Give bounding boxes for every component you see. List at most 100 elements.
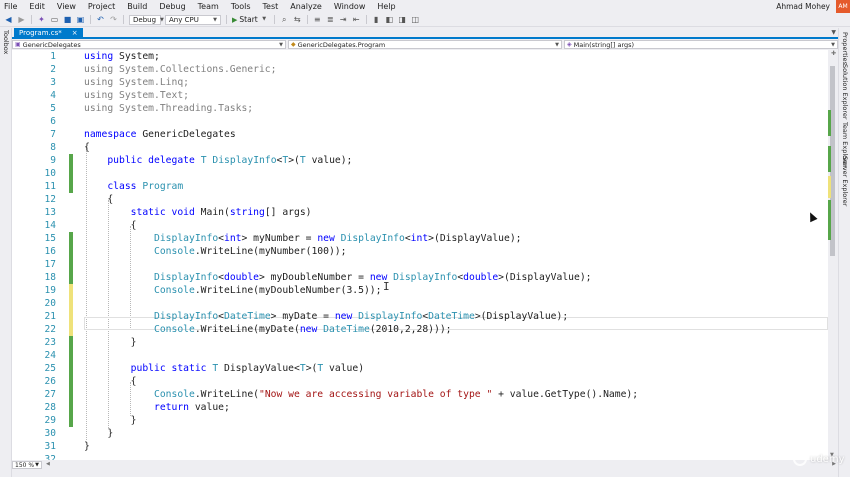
type-select[interactable]: ◆ GenericDelegates.Program ▼ xyxy=(288,40,562,49)
code-line[interactable]: 23 } xyxy=(12,336,828,349)
new-project-icon[interactable]: ✦ xyxy=(37,15,46,24)
code-line[interactable]: 24 xyxy=(12,349,828,362)
menu-item-team[interactable]: Team xyxy=(192,0,225,13)
code-editor[interactable]: I 1 using System; 2 using System.Collection… xyxy=(12,50,828,465)
project-select[interactable]: ▣ GenericDelegates ▼ xyxy=(12,40,286,49)
start-button[interactable]: ▶ Start ▼ xyxy=(232,15,269,24)
menu-item-view[interactable]: View xyxy=(51,0,82,13)
tab-program-cs[interactable]: Program.cs* × xyxy=(14,28,83,38)
comment-icon[interactable]: ≡ xyxy=(313,15,322,24)
code-token: .WriteLine(myDate( xyxy=(194,324,300,335)
undo-icon[interactable]: ↶ xyxy=(96,15,105,24)
code-line[interactable]: 14 { xyxy=(12,219,828,232)
code-line[interactable]: 25 public static T DisplayValue<T>(T val… xyxy=(12,362,828,375)
bookmark-icon[interactable]: ▮ xyxy=(372,15,381,24)
save-all-icon[interactable]: ▣ xyxy=(76,15,85,24)
code-line[interactable]: 28 return value; xyxy=(12,401,828,414)
redo-icon[interactable]: ↷ xyxy=(109,15,118,24)
server-explorer-tab[interactable]: Server Explorer xyxy=(841,156,849,206)
menu-item-build[interactable]: Build xyxy=(121,0,153,13)
code-token: "Now we are accessing variable of type " xyxy=(258,389,493,400)
close-tab-icon[interactable]: × xyxy=(72,29,78,37)
code-line[interactable]: 2 using System.Collections.Generic; xyxy=(12,63,828,76)
open-file-icon[interactable]: ▭ xyxy=(50,15,59,24)
user-area[interactable]: Ahmad Mohey AM xyxy=(776,0,850,13)
solution-configuration-select[interactable]: Debug ▼ xyxy=(129,14,164,25)
code-token: class xyxy=(107,181,137,192)
member-select[interactable]: ◈ Main(string[] args) ▼ xyxy=(564,40,838,49)
save-icon[interactable]: ■ xyxy=(63,15,72,24)
navigate-forward-icon[interactable]: ▶ xyxy=(17,15,26,24)
zoom-select[interactable]: 150 % ▼ xyxy=(12,461,42,469)
navigate-back-icon[interactable]: ◀ xyxy=(4,15,13,24)
code-line[interactable]: 27 Console.WriteLine("Now we are accessi… xyxy=(12,388,828,401)
code-token: static void xyxy=(130,207,195,218)
line-number: 31 xyxy=(44,441,56,452)
horizontal-scrollbar[interactable]: ◀ ▶ xyxy=(46,461,836,468)
menu-item-help[interactable]: Help xyxy=(371,0,401,13)
indent-icon[interactable]: ⇥ xyxy=(339,15,348,24)
code-line[interactable]: 15 DisplayInfo<int> myNumber = new Displ… xyxy=(12,232,828,245)
code-line[interactable]: 19 Console.WriteLine(myDoubleNumber(3.5)… xyxy=(12,284,828,297)
code-line[interactable]: 30 } xyxy=(12,427,828,440)
scroll-left-icon[interactable]: ◀ xyxy=(46,461,50,467)
user-name[interactable]: Ahmad Mohey xyxy=(776,2,830,11)
code-line[interactable]: 8{ xyxy=(12,141,828,154)
properties-tab[interactable]: Properties xyxy=(841,32,849,65)
user-avatar[interactable]: AM xyxy=(836,0,850,13)
code-line[interactable]: 10 xyxy=(12,167,828,180)
chevron-down-icon: ▼ xyxy=(213,16,217,23)
code-line[interactable]: 29 } xyxy=(12,414,828,427)
code-line[interactable]: 9 public delegate T DisplayInfo<T>(T val… xyxy=(12,154,828,167)
code-line[interactable]: 26 { xyxy=(12,375,828,388)
splitter-icon[interactable]: ✚ xyxy=(831,50,836,57)
solution-platform-select[interactable]: Any CPU ▼ xyxy=(165,14,221,25)
toolbox-tab[interactable]: Toolbox xyxy=(2,30,10,54)
uncomment-icon[interactable]: ≣ xyxy=(326,15,335,24)
menu-item-edit[interactable]: Edit xyxy=(23,0,51,13)
outdent-icon[interactable]: ⇤ xyxy=(352,15,361,24)
solution-explorer-tab[interactable]: Solution Explorer xyxy=(841,64,849,120)
chevron-down-icon[interactable]: ▼ xyxy=(260,15,269,24)
toolbar-separator xyxy=(306,15,308,24)
browser-link-icon[interactable]: ⇆ xyxy=(293,15,302,24)
code-token: Program xyxy=(142,181,184,192)
line-number: 26 xyxy=(44,376,56,387)
code-line[interactable]: 13 static void Main(string[] args) xyxy=(12,206,828,219)
menu-item-debug[interactable]: Debug xyxy=(153,0,191,13)
code-line[interactable]: 4 using System.Text; xyxy=(12,89,828,102)
clear-bookmarks-icon[interactable]: ◫ xyxy=(411,15,420,24)
code-line[interactable]: 6 xyxy=(12,115,828,128)
code-line[interactable]: 1 using System; xyxy=(12,50,828,63)
line-number: 7 xyxy=(50,129,56,140)
line-number: 19 xyxy=(44,285,56,296)
menu-item-analyze[interactable]: Analyze xyxy=(284,0,328,13)
previous-bookmark-icon[interactable]: ◧ xyxy=(385,15,394,24)
code-line[interactable]: 31} xyxy=(12,440,828,453)
code-line[interactable]: 7 namespace GenericDelegates xyxy=(12,128,828,141)
code-line[interactable]: 22 Console.WriteLine(myDate(new DateTime… xyxy=(12,323,828,336)
code-line[interactable]: 12 { xyxy=(12,193,828,206)
line-number: 17 xyxy=(44,259,56,270)
member-value: Main(string[] args) xyxy=(573,40,635,49)
code-token: string xyxy=(229,207,265,218)
menu-item-tools[interactable]: Tools xyxy=(225,0,257,13)
menu-item-window[interactable]: Window xyxy=(328,0,372,13)
code-line[interactable]: 20 xyxy=(12,297,828,310)
code-line[interactable]: 16 Console.WriteLine(myNumber(100)); xyxy=(12,245,828,258)
standard-toolbar: ◀ ▶ ✦ ▭ ■ ▣ ↶ ↷ Debug ▼ Any CPU ▼ ▶ Start … xyxy=(0,13,850,27)
tab-overflow-dropdown-icon[interactable]: ▼ xyxy=(831,28,836,38)
code-line[interactable]: 18 DisplayInfo<double> myDoubleNumber = … xyxy=(12,271,828,284)
code-line[interactable]: 17 xyxy=(12,258,828,271)
menu-item-file[interactable]: File xyxy=(0,0,23,13)
code-line[interactable]: 3 using System.Linq; xyxy=(12,76,828,89)
code-line[interactable]: 21 DisplayInfo<DateTime> myDate = new Di… xyxy=(12,310,828,323)
next-bookmark-icon[interactable]: ◨ xyxy=(398,15,407,24)
code-line[interactable]: 11 class Program xyxy=(12,180,828,193)
find-icon[interactable]: ⌕ xyxy=(280,15,289,24)
menu-item-test[interactable]: Test xyxy=(257,0,285,13)
menu-item-project[interactable]: Project xyxy=(82,0,121,13)
vertical-scrollbar[interactable]: ✚ ▼ xyxy=(828,50,838,460)
code-line[interactable]: 5 using System.Threading.Tasks; xyxy=(12,102,828,115)
